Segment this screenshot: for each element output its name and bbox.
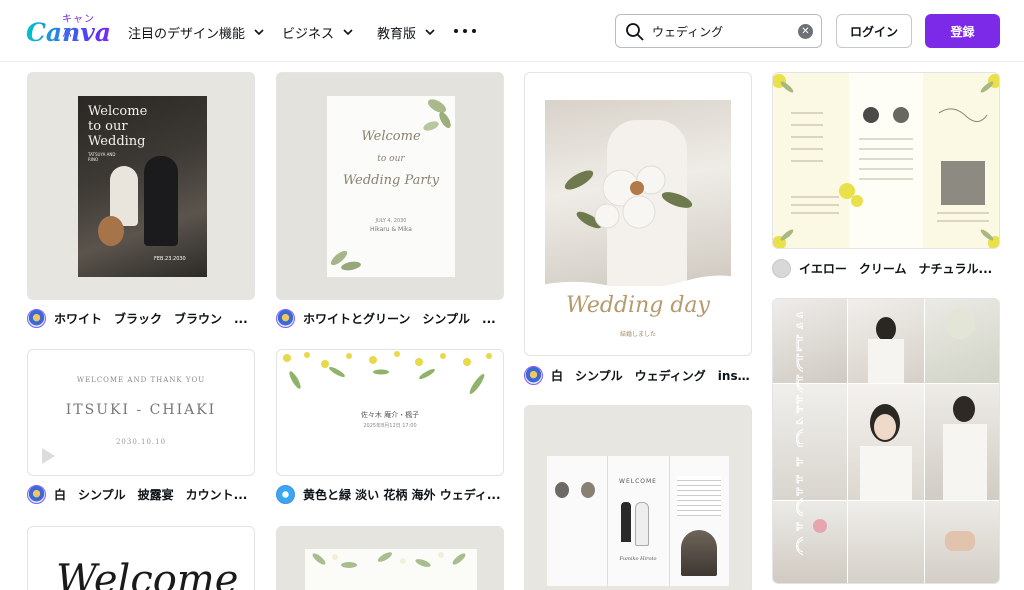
card-date: FEB.23.2030 [154,256,186,262]
card-caption[interactable]: ホワイト ブラック ブラウン ... [27,308,255,328]
template-card[interactable] [772,72,1000,249]
top-header: キャンバ Canva 注目のデザイン機能 ビジネス 教育版 ✕ ログイン 登録 [0,0,1024,62]
card-caption-text: イエロー クリーム ナチュラル... [799,261,993,276]
card-caption-text: 白 シンプル 披露宴 カウント... [54,487,248,502]
search-icon [626,23,644,41]
card-names: 佐々木 庵介・楓子 [360,411,420,419]
card-caption[interactable]: 黄色と緑 淡い 花柄 海外 ウェディ... [276,484,504,504]
card-heading: WELCOME [619,478,657,485]
card-caption[interactable]: ホワイトとグリーン シンプル ... [276,308,504,328]
card-names: Hikaru & Mika [370,226,412,233]
creator-avatar [524,365,543,385]
template-card[interactable]: 佐々木 庵介・楓子 2025年8月12日 17:00 [276,349,504,476]
chevron-down-icon [254,29,264,36]
creator-avatar [27,308,46,328]
card-title-line: Wedding Party [342,173,440,188]
card-caption-text: 白 シンプル ウェディング inst... [551,368,752,383]
template-card[interactable]: Welcome [27,526,255,590]
creator-avatar [276,308,295,328]
nav-featured-design[interactable]: 注目のデザイン機能 [128,22,265,42]
photo-collage [773,299,999,583]
card-caption[interactable]: イエロー クリーム ナチュラル... [772,258,1000,278]
logo-wordmark: Canva [26,18,111,47]
card-title: Wedding day [566,293,710,318]
floral-border [283,351,492,394]
clear-search-icon[interactable]: ✕ [798,24,813,39]
signup-button[interactable]: 登録 [925,14,1000,48]
login-button[interactable]: ログイン [836,14,912,48]
creator-avatar [27,484,46,504]
nav-featured-label: 注目のデザイン機能 [128,26,246,42]
template-card[interactable] [276,526,504,590]
search-input[interactable] [652,21,792,41]
template-card[interactable]: Wedding day 結婚しました [524,72,752,356]
chevron-down-icon [343,29,353,36]
canva-logo[interactable]: キャンバ Canva [26,10,111,47]
card-title-line: Welcome [361,129,421,144]
template-thumbnail: Welcome to our Wedding Party JULY 4, 203… [327,96,455,277]
template-thumbnail: WELCOME Fumiko Hiroto [547,456,729,586]
card-names: Fumiko Hiroto [619,556,657,562]
card-names: ITSUKI - CHIAKI [65,402,217,418]
card-title-line: Welcome [88,104,148,119]
card-title: WEDDING PHOTO [790,307,803,557]
template-card[interactable]: Welcome to our Wedding TATSUYA AND RINO … [27,72,255,300]
search-box: ✕ [615,14,822,48]
card-names: TATSUYA AND RINO [88,152,116,162]
template-photo [545,100,731,286]
template-thumbnail [305,549,477,590]
chevron-down-icon [425,29,435,36]
card-date: 2025年8月12日 17:00 [363,423,417,429]
template-thumbnail: Welcome to our Wedding TATSUYA AND RINO … [78,96,207,277]
card-caption-text: ホワイト ブラック ブラウン ... [54,311,248,326]
card-caption[interactable]: 白 シンプル ウェディング inst... [524,365,752,385]
template-thumbnail [773,74,999,248]
creator-avatar [276,484,295,504]
vertical-title: WEDDING PHOTO [790,307,804,558]
card-title: Welcome [56,557,239,590]
card-title-line: to our [377,154,405,164]
template-card[interactable]: Welcome to our Wedding Party JULY 4, 203… [276,72,504,300]
card-caption-text: ホワイトとグリーン シンプル ... [303,311,496,326]
creator-avatar [772,258,791,278]
more-horizontal-icon[interactable] [454,22,476,40]
template-card[interactable]: WELCOME AND THANK YOU ITSUKI - CHIAKI 20… [27,349,255,476]
card-subtitle: 結婚しました [619,331,656,338]
card-date: JULY 4, 2030 [375,218,407,224]
nav-education[interactable]: 教育版 [377,22,436,42]
card-date: 2030.10.10 [115,438,167,446]
nav-business-label: ビジネス [282,26,335,42]
template-card[interactable]: WEDDING PHOTO [772,298,1000,584]
card-caption[interactable]: 白 シンプル 披露宴 カウント... [27,484,255,504]
card-title-line: Wedding [88,134,146,149]
card-caption-text: 黄色と緑 淡い 花柄 海外 ウェディ... [303,487,501,502]
template-card[interactable]: WELCOME Fumiko Hiroto [524,405,752,590]
play-icon[interactable] [36,445,58,467]
card-line: WELCOME AND THANK YOU [76,376,206,384]
nav-business[interactable]: ビジネス [282,22,354,42]
nav-education-label: 教育版 [377,26,417,42]
card-title-line: to our [88,119,128,134]
